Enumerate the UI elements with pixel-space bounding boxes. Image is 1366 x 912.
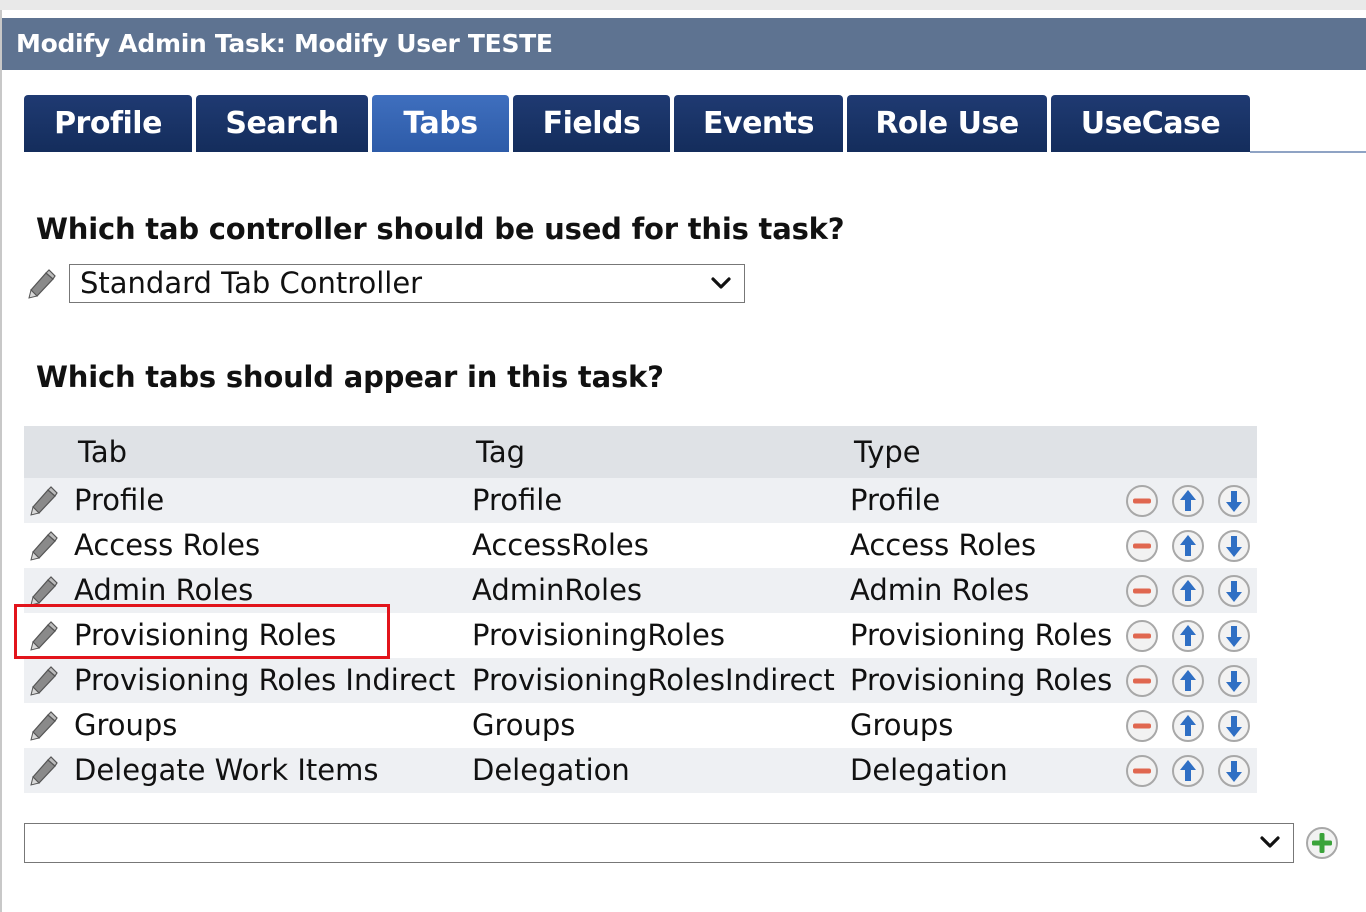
arrow-down-icon[interactable] <box>1216 618 1252 654</box>
tabs-table-header: Tab Tag Type <box>24 426 1257 478</box>
table-row: Access Roles AccessRoles Access Roles <box>24 523 1257 568</box>
column-header-tag: Tag <box>476 435 526 469</box>
cell-type: Groups <box>850 708 954 742</box>
add-icon[interactable] <box>1304 825 1340 861</box>
tab-bar-underline <box>1250 151 1366 153</box>
table-row: Delegate Work Items Delegation Delegation <box>24 748 1257 793</box>
arrow-up-icon[interactable] <box>1170 573 1206 609</box>
arrow-down-icon[interactable] <box>1216 573 1252 609</box>
cell-type: Provisioning Roles <box>850 663 1113 697</box>
tab-profile[interactable]: Profile <box>24 95 192 152</box>
arrow-up-icon[interactable] <box>1170 663 1206 699</box>
remove-icon[interactable] <box>1124 663 1160 699</box>
chevron-down-icon <box>711 277 731 289</box>
table-row: Profile Profile Profile <box>24 478 1257 523</box>
arrow-down-icon[interactable] <box>1216 528 1252 564</box>
cell-type: Admin Roles <box>850 573 1030 607</box>
pencil-icon[interactable] <box>26 708 62 744</box>
cell-type: Profile <box>850 483 941 517</box>
cell-tag: Profile <box>472 483 563 517</box>
tab-tabs[interactable]: Tabs <box>372 95 509 152</box>
tabs-list-question: Which tabs should appear in this task? <box>36 360 664 394</box>
cell-tab: Delegate Work Items <box>74 753 379 787</box>
table-row: Provisioning Roles Indirect ProvisioningR… <box>24 658 1257 703</box>
arrow-down-icon[interactable] <box>1216 483 1252 519</box>
remove-icon[interactable] <box>1124 753 1160 789</box>
cell-type: Access Roles <box>850 528 1037 562</box>
remove-icon[interactable] <box>1124 708 1160 744</box>
pencil-icon[interactable] <box>26 528 62 564</box>
cell-tag: AdminRoles <box>472 573 643 607</box>
cell-tab: Provisioning Roles Indirect <box>74 663 456 697</box>
cell-tag: AccessRoles <box>472 528 649 562</box>
cell-tab: Groups <box>74 708 178 742</box>
arrow-up-icon[interactable] <box>1170 753 1206 789</box>
arrow-up-icon[interactable] <box>1170 618 1206 654</box>
cell-tab: Access Roles <box>74 528 261 562</box>
pencil-icon[interactable] <box>24 266 60 302</box>
arrow-down-icon[interactable] <box>1216 753 1252 789</box>
add-tab-select[interactable] <box>24 823 1294 863</box>
pencil-icon[interactable] <box>26 753 62 789</box>
remove-icon[interactable] <box>1124 618 1160 654</box>
remove-icon[interactable] <box>1124 573 1160 609</box>
column-header-tab: Tab <box>78 435 128 469</box>
cell-tag: ProvisioningRoles <box>472 618 725 652</box>
page-title: Modify Admin Task: Modify User TESTE <box>2 18 1366 70</box>
tab-controller-question: Which tab controller should be used for … <box>36 212 845 246</box>
arrow-down-icon[interactable] <box>1216 663 1252 699</box>
arrow-up-icon[interactable] <box>1170 483 1206 519</box>
tab-events[interactable]: Events <box>674 95 843 152</box>
arrow-up-icon[interactable] <box>1170 708 1206 744</box>
chevron-down-icon <box>1260 836 1280 848</box>
tab-fields[interactable]: Fields <box>513 95 670 152</box>
arrow-down-icon[interactable] <box>1216 708 1252 744</box>
column-header-type: Type <box>854 435 921 469</box>
cell-tab: Profile <box>74 483 165 517</box>
cell-type: Delegation <box>850 753 1008 787</box>
cell-tag: Groups <box>472 708 576 742</box>
window-top-edge <box>0 0 1366 10</box>
highlight-box <box>14 604 390 659</box>
window-left-edge <box>0 10 2 912</box>
remove-icon[interactable] <box>1124 528 1160 564</box>
table-row: Groups Groups Groups <box>24 703 1257 748</box>
tab-role-use[interactable]: Role Use <box>847 95 1047 152</box>
cell-tag: ProvisioningRolesIndirect <box>472 663 835 697</box>
pencil-icon[interactable] <box>26 483 62 519</box>
arrow-up-icon[interactable] <box>1170 528 1206 564</box>
tab-controller-select[interactable]: Standard Tab Controller <box>69 264 745 303</box>
remove-icon[interactable] <box>1124 483 1160 519</box>
cell-tag: Delegation <box>472 753 630 787</box>
tab-controller-value: Standard Tab Controller <box>80 266 423 300</box>
pencil-icon[interactable] <box>26 663 62 699</box>
tab-search[interactable]: Search <box>196 95 368 152</box>
tab-usecase[interactable]: UseCase <box>1051 95 1250 152</box>
cell-type: Provisioning Roles <box>850 618 1113 652</box>
